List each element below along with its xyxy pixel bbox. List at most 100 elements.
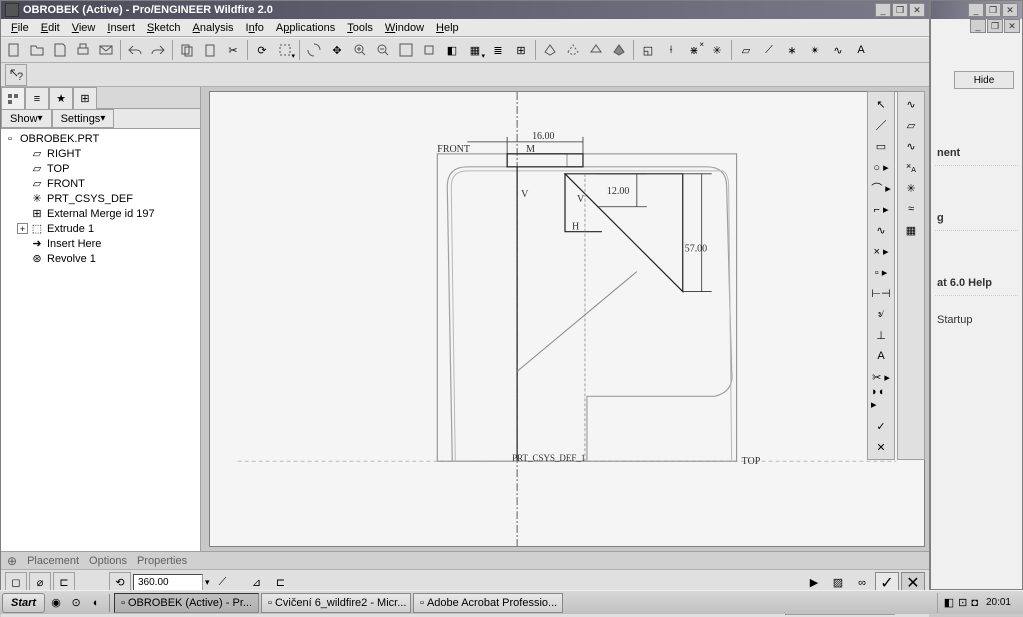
- menu-analysis[interactable]: Analysis: [187, 22, 240, 34]
- menu-help[interactable]: Help: [430, 22, 465, 34]
- tree-tab-layer[interactable]: ≡: [25, 87, 49, 109]
- paste-button[interactable]: [199, 39, 221, 61]
- tray-icon-2[interactable]: ⊡: [958, 596, 967, 609]
- dimension-tool[interactable]: ⊢⊣: [870, 283, 892, 303]
- spin-button[interactable]: [303, 39, 325, 61]
- wireframe-button[interactable]: [539, 39, 561, 61]
- menu-info[interactable]: Info: [240, 22, 270, 34]
- quick-launch-3[interactable]: ◐: [87, 592, 105, 614]
- print-button[interactable]: [72, 39, 94, 61]
- line-tool[interactable]: ／: [870, 115, 892, 135]
- sketch-axis-button[interactable]: ⟋: [758, 39, 780, 61]
- open-button[interactable]: [26, 39, 48, 61]
- close-button[interactable]: ✕: [909, 3, 925, 17]
- bg-doc-minimize[interactable]: _: [970, 19, 986, 33]
- tree-item-right[interactable]: ▱RIGHT: [3, 146, 198, 161]
- sketch-csys-button[interactable]: ✴: [804, 39, 826, 61]
- text-tool[interactable]: A: [870, 346, 892, 366]
- shaded-button[interactable]: [608, 39, 630, 61]
- tree-item-insert-here[interactable]: ➜Insert Here: [3, 236, 198, 251]
- menu-applications[interactable]: Applications: [270, 22, 341, 34]
- offset-tool[interactable]: ≈: [900, 199, 922, 219]
- datum-point-button[interactable]: ⋇×: [683, 39, 705, 61]
- bg-item-2[interactable]: at 6.0 Help: [935, 271, 1018, 296]
- bg-restore-button[interactable]: ❐: [985, 3, 1001, 17]
- pan-button[interactable]: ✥: [326, 39, 348, 61]
- tray-icon-3[interactable]: ◘: [971, 597, 978, 609]
- centerline-tool[interactable]: ∿: [900, 94, 922, 114]
- whats-this-button[interactable]: ?: [5, 64, 27, 86]
- trim-tool[interactable]: ✂ ▸: [870, 367, 892, 387]
- tree-settings-button[interactable]: Settings ▾: [52, 109, 115, 128]
- bg-item-3[interactable]: Startup: [935, 308, 1018, 332]
- menu-tools[interactable]: Tools: [341, 22, 379, 34]
- tree-item-prt-csys-def[interactable]: ✳PRT_CSYS_DEF: [3, 191, 198, 206]
- construction-tool[interactable]: ∿: [900, 136, 922, 156]
- start-button[interactable]: Start: [2, 593, 45, 613]
- circle-tool[interactable]: ○ ▸: [870, 157, 892, 177]
- tree-tab-model[interactable]: [1, 87, 25, 109]
- spline-tool[interactable]: ∿: [870, 220, 892, 240]
- redo-button[interactable]: [147, 39, 169, 61]
- parallelogram-tool[interactable]: ▱: [900, 115, 922, 135]
- orient-button[interactable]: ◧: [441, 39, 463, 61]
- drawing-canvas[interactable]: 16.00 12.00 57.00 FRONT TOP PRT_CSYS_DEF…: [209, 91, 925, 547]
- select-tool[interactable]: ↖: [870, 94, 892, 114]
- minimize-button[interactable]: _: [875, 3, 891, 17]
- bg-doc-close[interactable]: ✕: [1004, 19, 1020, 33]
- tree-item-external-merge-id-197[interactable]: ⊞External Merge id 197: [3, 206, 198, 221]
- annotation-button[interactable]: A: [850, 39, 872, 61]
- zoom-out-button[interactable]: [372, 39, 394, 61]
- mirror-tool[interactable]: ◗◖ ▸: [870, 388, 892, 408]
- point-tool[interactable]: × ▸: [870, 241, 892, 261]
- sketch-curve-button[interactable]: ∿: [827, 39, 849, 61]
- taskbar-item-0[interactable]: ▫OBROBEK (Active) - Pr...: [114, 593, 259, 613]
- tray-icon-1[interactable]: ◧: [944, 596, 954, 609]
- restore-button[interactable]: ❐: [892, 3, 908, 17]
- tree-item-revolve-1[interactable]: ⊛Revolve 1: [3, 251, 198, 266]
- hide-button[interactable]: Hide: [954, 71, 1014, 89]
- saved-view-button[interactable]: ▦▾: [464, 39, 486, 61]
- no-hidden-button[interactable]: [585, 39, 607, 61]
- tree-item-top[interactable]: ▱TOP: [3, 161, 198, 176]
- menu-sketch[interactable]: Sketch: [141, 22, 187, 34]
- bg-minimize-button[interactable]: _: [968, 3, 984, 17]
- tree-root[interactable]: ▫OBROBEK.PRT: [3, 131, 198, 146]
- dimension-57[interactable]: 57.00: [685, 244, 707, 255]
- email-button[interactable]: [95, 39, 117, 61]
- bg-item-1[interactable]: g: [935, 206, 1018, 231]
- menu-insert[interactable]: Insert: [101, 22, 141, 34]
- model-tree[interactable]: ▫OBROBEK.PRT ▱RIGHT▱TOP▱FRONT✳PRT_CSYS_D…: [1, 129, 200, 551]
- named-view-button[interactable]: ⊞: [510, 39, 532, 61]
- axis-point-tool[interactable]: ×A: [900, 157, 922, 177]
- tab-placement[interactable]: Placement: [27, 555, 79, 567]
- dimension-12[interactable]: 12.00: [607, 186, 629, 197]
- select-box-button[interactable]: ▾: [274, 39, 296, 61]
- use-edge-tool[interactable]: ▫ ▸: [870, 262, 892, 282]
- angle-input[interactable]: [133, 574, 203, 592]
- modify-tool[interactable]: ৶: [870, 304, 892, 324]
- sketch-point-button[interactable]: ∗: [781, 39, 803, 61]
- layers-button[interactable]: ≣: [487, 39, 509, 61]
- bg-close-button[interactable]: ✕: [1002, 3, 1018, 17]
- regen-button[interactable]: ⟳: [251, 39, 273, 61]
- constraint-tool[interactable]: ⊥: [870, 325, 892, 345]
- tab-options[interactable]: Options: [89, 555, 127, 567]
- cut-button[interactable]: ✂: [222, 39, 244, 61]
- quit-tool[interactable]: ✕: [870, 437, 892, 457]
- bg-item-0[interactable]: nent: [935, 141, 1018, 166]
- refit-button[interactable]: [418, 39, 440, 61]
- bg-doc-restore[interactable]: ❐: [987, 19, 1003, 33]
- taskbar-item-1[interactable]: ▫Cvičení 6_wildfire2 - Micr...: [261, 593, 411, 613]
- tree-item-front[interactable]: ▱FRONT: [3, 176, 198, 191]
- done-tool[interactable]: ✓: [870, 416, 892, 436]
- menu-file[interactable]: File: [5, 22, 35, 34]
- palette-tool[interactable]: ▦: [900, 220, 922, 240]
- menu-edit[interactable]: Edit: [35, 22, 66, 34]
- save-button[interactable]: [49, 39, 71, 61]
- fillet-tool[interactable]: ⌐ ▸: [870, 199, 892, 219]
- taskbar-item-2[interactable]: ▫Adobe Acrobat Professio...: [413, 593, 563, 613]
- tree-show-button[interactable]: Show ▾: [1, 109, 52, 128]
- sketch-plane-button[interactable]: ▱: [735, 39, 757, 61]
- rectangle-tool[interactable]: ▭: [870, 136, 892, 156]
